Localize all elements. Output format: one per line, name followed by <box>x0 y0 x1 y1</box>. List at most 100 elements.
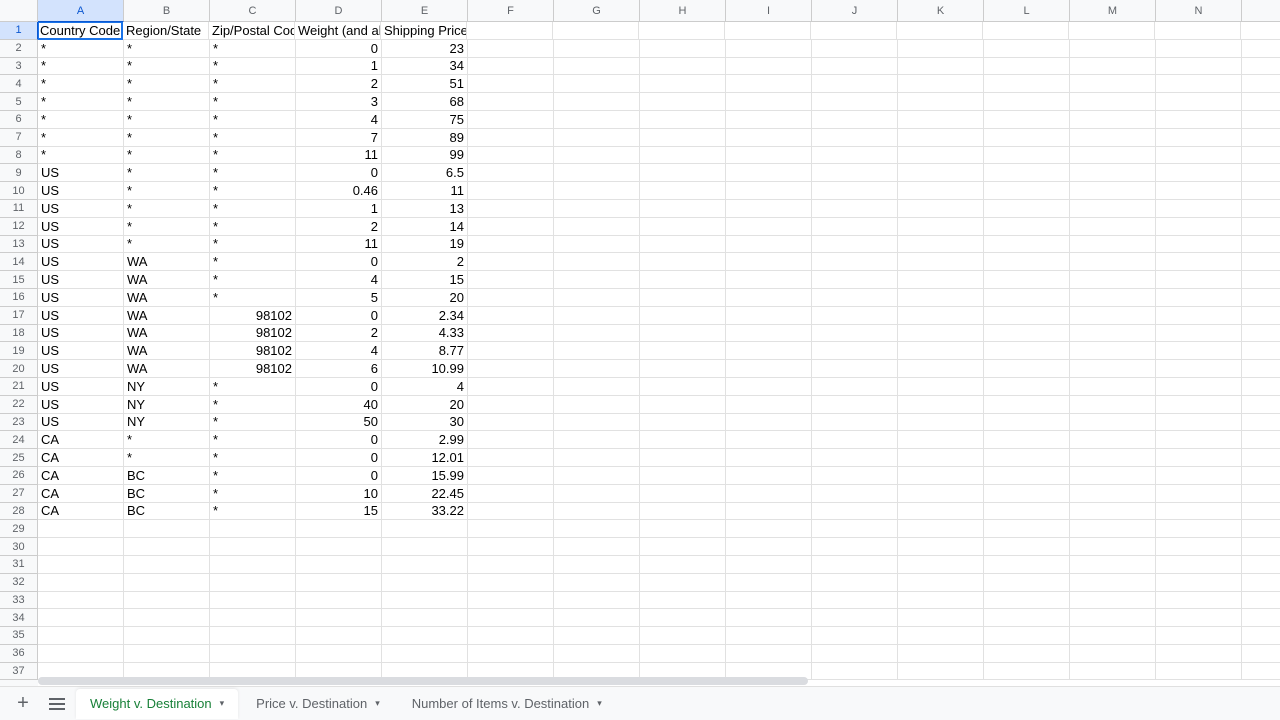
cell[interactable] <box>1242 289 1280 307</box>
cell[interactable] <box>1070 236 1156 254</box>
cell[interactable] <box>468 431 554 449</box>
cell[interactable]: 13 <box>382 200 468 218</box>
cell[interactable]: * <box>210 378 296 396</box>
cell[interactable] <box>554 609 640 627</box>
row-header-32[interactable]: 32 <box>0 574 38 592</box>
cell[interactable] <box>1070 645 1156 663</box>
cell[interactable] <box>468 236 554 254</box>
cell[interactable] <box>1156 538 1242 556</box>
cell[interactable] <box>984 342 1070 360</box>
cell[interactable] <box>1156 396 1242 414</box>
cell[interactable] <box>640 574 726 592</box>
cell[interactable]: 15 <box>296 503 382 521</box>
cell[interactable] <box>1242 40 1280 58</box>
cell[interactable] <box>1155 22 1241 40</box>
cell[interactable] <box>1156 360 1242 378</box>
cell[interactable] <box>1156 556 1242 574</box>
cell[interactable] <box>984 289 1070 307</box>
cell[interactable] <box>1242 396 1280 414</box>
cell[interactable]: * <box>210 503 296 521</box>
cell[interactable] <box>1156 182 1242 200</box>
cell[interactable] <box>1070 271 1156 289</box>
cell[interactable]: * <box>210 289 296 307</box>
cell[interactable] <box>984 129 1070 147</box>
cell[interactable]: US <box>38 342 124 360</box>
cell[interactable] <box>1242 645 1280 663</box>
cell[interactable] <box>1070 40 1156 58</box>
cell[interactable]: US <box>38 289 124 307</box>
cell[interactable] <box>811 22 897 40</box>
cell[interactable] <box>898 58 984 76</box>
cell[interactable] <box>554 289 640 307</box>
cell[interactable]: * <box>210 129 296 147</box>
cell[interactable]: * <box>210 164 296 182</box>
row-header-10[interactable]: 10 <box>0 182 38 200</box>
cell[interactable] <box>554 307 640 325</box>
cell[interactable] <box>1070 378 1156 396</box>
cell[interactable] <box>1070 538 1156 556</box>
cell[interactable] <box>1070 164 1156 182</box>
cell[interactable] <box>468 164 554 182</box>
cell[interactable]: 20 <box>382 289 468 307</box>
cell[interactable] <box>812 218 898 236</box>
cell[interactable] <box>898 218 984 236</box>
column-header-J[interactable]: J <box>812 0 898 22</box>
cell[interactable] <box>554 200 640 218</box>
cell[interactable] <box>812 467 898 485</box>
cell[interactable] <box>640 520 726 538</box>
cell[interactable] <box>898 342 984 360</box>
cell[interactable] <box>1070 111 1156 129</box>
cell[interactable]: 15 <box>382 271 468 289</box>
cell[interactable]: WA <box>124 325 210 343</box>
cell[interactable] <box>1156 431 1242 449</box>
cell[interactable] <box>640 431 726 449</box>
cell[interactable] <box>898 129 984 147</box>
cell[interactable] <box>382 645 468 663</box>
cell[interactable] <box>296 520 382 538</box>
cell[interactable]: 4.33 <box>382 325 468 343</box>
cell[interactable]: 6 <box>296 360 382 378</box>
cell[interactable] <box>468 414 554 432</box>
cell[interactable] <box>726 164 812 182</box>
cell[interactable] <box>726 200 812 218</box>
row-header-3[interactable]: 3 <box>0 58 38 76</box>
cell[interactable] <box>640 449 726 467</box>
cell[interactable] <box>640 342 726 360</box>
cell[interactable]: 0 <box>296 378 382 396</box>
cell[interactable] <box>984 378 1070 396</box>
cell[interactable] <box>898 609 984 627</box>
all-sheets-button[interactable] <box>42 689 72 719</box>
cell[interactable] <box>554 378 640 396</box>
cell[interactable] <box>640 253 726 271</box>
cell[interactable] <box>812 627 898 645</box>
row-header-2[interactable]: 2 <box>0 40 38 58</box>
cell[interactable]: 12.01 <box>382 449 468 467</box>
cell[interactable] <box>1242 147 1280 165</box>
cell[interactable] <box>726 289 812 307</box>
row-header-15[interactable]: 15 <box>0 271 38 289</box>
cell[interactable]: * <box>124 431 210 449</box>
cell[interactable]: 2 <box>296 218 382 236</box>
cell[interactable] <box>898 307 984 325</box>
cell[interactable] <box>1070 93 1156 111</box>
cell[interactable]: 0 <box>296 253 382 271</box>
row-header-34[interactable]: 34 <box>0 609 38 627</box>
cell[interactable]: * <box>38 75 124 93</box>
cell[interactable] <box>468 378 554 396</box>
cell[interactable] <box>210 538 296 556</box>
cell[interactable] <box>296 609 382 627</box>
cell[interactable] <box>554 253 640 271</box>
cell[interactable] <box>984 609 1070 627</box>
cell[interactable]: US <box>38 182 124 200</box>
cell[interactable] <box>898 556 984 574</box>
cell[interactable]: 0 <box>296 307 382 325</box>
cell[interactable] <box>1156 111 1242 129</box>
row-header-7[interactable]: 7 <box>0 129 38 147</box>
cell[interactable] <box>984 40 1070 58</box>
row-header-5[interactable]: 5 <box>0 93 38 111</box>
cell[interactable] <box>898 325 984 343</box>
cell[interactable]: * <box>210 271 296 289</box>
cell[interactable] <box>984 485 1070 503</box>
cell[interactable] <box>898 645 984 663</box>
cell[interactable] <box>554 271 640 289</box>
